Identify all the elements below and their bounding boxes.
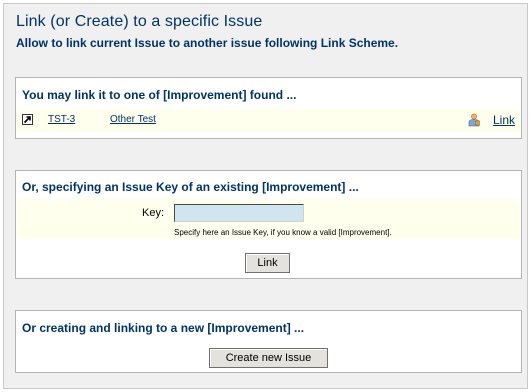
- create-issue-heading: Or creating and linking to a new [Improv…: [22, 321, 305, 335]
- table-row: TST-3 Other Test Link: [17, 109, 520, 132]
- page-header: Link (or Create) to a specific Issue All…: [4, 4, 527, 62]
- page-title: Link (or Create) to a specific Issue: [16, 13, 263, 30]
- issue-summary-link[interactable]: Other Test: [110, 114, 156, 125]
- create-issue-panel: Or creating and linking to a new [Improv…: [15, 310, 522, 373]
- issue-key-input[interactable]: [174, 204, 304, 222]
- key-hint: Specify here an Issue Key, if you know a…: [174, 228, 392, 237]
- key-entry-row: Key: Specify here an Issue Key, if you k…: [17, 199, 520, 239]
- issue-key-heading: Or, specifying an Issue Key of an existi…: [22, 180, 359, 194]
- found-issues-heading: You may link it to one of [Improvement] …: [22, 88, 297, 102]
- page-subtitle: Allow to link current Issue to another i…: [16, 36, 399, 50]
- improvement-icon: [22, 114, 33, 125]
- found-issues-panel: You may link it to one of [Improvement] …: [15, 77, 522, 139]
- dialog-frame: Link (or Create) to a specific Issue All…: [3, 3, 528, 389]
- person-icon: [467, 113, 481, 132]
- create-new-issue-button[interactable]: Create new Issue: [209, 348, 328, 368]
- issue-key-link[interactable]: TST-3: [48, 114, 75, 125]
- link-button[interactable]: Link: [245, 253, 290, 273]
- issue-key-panel: Or, specifying an Issue Key of an existi…: [15, 170, 522, 279]
- link-action[interactable]: Link: [493, 113, 515, 127]
- key-label: Key:: [142, 207, 165, 219]
